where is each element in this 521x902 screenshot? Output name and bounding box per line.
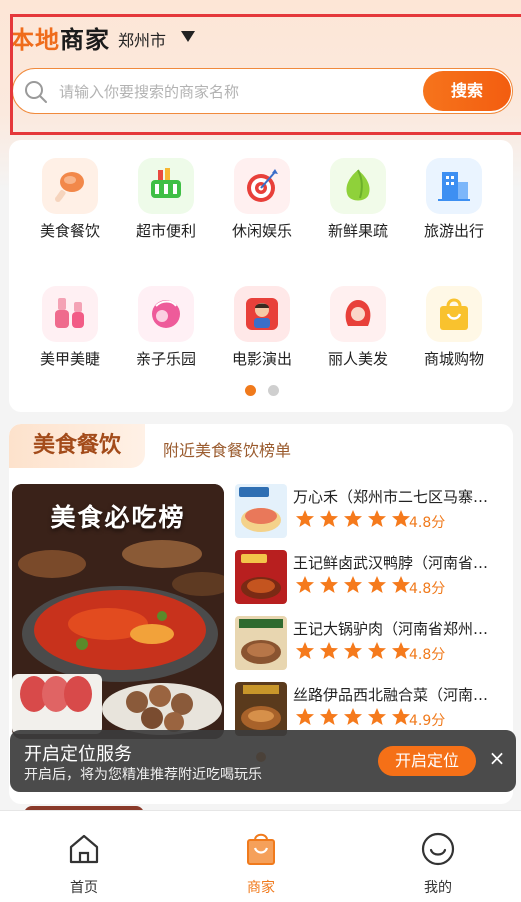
category-mall[interactable]: 商城购物 (406, 286, 502, 386)
shop-thumbnail (235, 682, 287, 736)
search-bar: 搜索 (12, 68, 513, 114)
star-icon (392, 510, 410, 527)
shop-item[interactable]: 万心禾（郑州市二七区马寨镇店） 4.8分 (235, 484, 507, 542)
shop-thumbnail (235, 550, 287, 604)
hair-icon (330, 286, 386, 342)
category-label: 超市便利 (135, 222, 196, 240)
category-label: 丽人美发 (327, 350, 388, 368)
nail-polish-icon (42, 286, 98, 342)
category-travel[interactable]: 旅游出行 (406, 158, 502, 258)
star-icon (392, 642, 410, 659)
tab-label: 商家 (247, 880, 275, 896)
star-icon (392, 708, 410, 725)
category-leisure[interactable]: 休闲娱乐 (214, 158, 310, 258)
star-icon (368, 510, 386, 527)
tab-home[interactable]: 首页 (44, 831, 124, 897)
building-icon (426, 158, 482, 214)
star-icon (344, 708, 362, 725)
search-button[interactable]: 搜索 (423, 71, 511, 111)
star-icon (368, 576, 386, 593)
tab-shops[interactable]: 商家 (221, 831, 301, 897)
fruit-icon (330, 158, 386, 214)
smile-icon (421, 832, 455, 866)
category-label: 旅游出行 (423, 222, 484, 240)
star-icon (344, 510, 362, 527)
star-rating (295, 641, 415, 663)
star-rating (295, 575, 415, 597)
shop-item[interactable]: 王记鲜卤武汉鸭脖（河南省郑州市） 4.8分 (235, 550, 507, 608)
shop-rating: 4.8分 (409, 515, 446, 531)
toast-title: 开启定位服务 (24, 744, 132, 765)
search-input[interactable] (59, 80, 419, 104)
baby-icon (138, 286, 194, 342)
star-icon (344, 576, 362, 593)
star-icon (320, 510, 338, 527)
bottom-tab-bar: 首页 商家 我的 (0, 810, 521, 902)
category-label: 美甲美睫 (39, 350, 100, 368)
banner-title: 美食必吃榜 (50, 503, 186, 532)
shop-item[interactable]: 王记大锅驴肉（河南省郑州市店） 4.8分 (235, 616, 507, 674)
close-icon[interactable]: × (486, 747, 508, 769)
shop-rating: 4.8分 (409, 581, 446, 597)
shop-rating: 4.8分 (409, 647, 446, 663)
star-icon (296, 642, 314, 659)
category-label: 新鲜果疏 (327, 222, 388, 240)
shopping-bag-icon (426, 286, 482, 342)
section-subtitle: 附近美食餐饮榜单 (163, 441, 292, 460)
shop-name: 万心禾（郑州市二七区马寨镇店） (293, 488, 493, 506)
category-grid: 美食餐饮 超市便利 休闲娱乐 新鲜果疏 旅游出行 美甲美睫 亲子乐园 电影演出 … (9, 140, 513, 412)
star-icon (296, 708, 314, 725)
category-label: 电影演出 (231, 350, 292, 368)
star-icon (368, 708, 386, 725)
home-icon (69, 834, 99, 864)
star-icon (320, 642, 338, 659)
dartboard-icon (234, 158, 290, 214)
enable-location-button[interactable]: 开启定位 (378, 746, 476, 776)
shop-name: 王记鲜卤武汉鸭脖（河南省郑州市） (293, 554, 493, 572)
star-icon (392, 576, 410, 593)
shop-thumbnail (235, 484, 287, 538)
drumstick-icon (42, 158, 98, 214)
section-tab[interactable]: 美食餐饮 (9, 424, 145, 468)
star-rating (295, 509, 415, 531)
category-supermarket[interactable]: 超市便利 (118, 158, 214, 258)
tab-mine[interactable]: 我的 (398, 831, 478, 897)
search-icon (25, 81, 47, 103)
category-food[interactable]: 美食餐饮 (22, 158, 118, 258)
location-toast: 开启定位服务 开启后，将为您精准推荐附近吃喝玩乐 开启定位 × (10, 730, 516, 792)
ranking-banner[interactable]: 美食必吃榜 (12, 484, 224, 739)
shopping-basket-icon (138, 158, 194, 214)
tab-label: 首页 (70, 880, 98, 896)
category-kids[interactable]: 亲子乐园 (118, 286, 214, 386)
toast-description: 开启后，将为您精准推荐附近吃喝玩乐 (24, 767, 262, 783)
tab-label: 我的 (424, 880, 452, 896)
shop-bag-icon (247, 833, 275, 865)
category-fruit[interactable]: 新鲜果疏 (310, 158, 406, 258)
movie-icon (234, 286, 290, 342)
category-label: 休闲娱乐 (231, 222, 292, 240)
page-dot-active[interactable] (245, 385, 256, 396)
star-rating (295, 707, 415, 729)
category-movies[interactable]: 电影演出 (214, 286, 310, 386)
star-icon (296, 510, 314, 527)
shop-name: 王记大锅驴肉（河南省郑州市店） (293, 620, 493, 638)
brand-logo: 本地商家 (10, 26, 110, 54)
shop-rating: 4.9分 (409, 713, 446, 729)
category-label: 商城购物 (423, 350, 484, 368)
star-icon (296, 576, 314, 593)
category-label: 美食餐饮 (39, 222, 100, 240)
shop-name: 丝路伊品西北融合菜（河南郑州店） (293, 686, 493, 704)
city-selector[interactable]: 郑州市 (118, 27, 166, 51)
star-icon (344, 642, 362, 659)
page-dot[interactable] (268, 385, 279, 396)
category-beauty[interactable]: 丽人美发 (310, 286, 406, 386)
caret-down-icon[interactable] (181, 31, 195, 42)
star-icon (320, 576, 338, 593)
star-icon (320, 708, 338, 725)
shop-thumbnail (235, 616, 287, 670)
star-icon (368, 642, 386, 659)
category-label: 亲子乐园 (135, 350, 196, 368)
category-nails[interactable]: 美甲美睫 (22, 286, 118, 386)
